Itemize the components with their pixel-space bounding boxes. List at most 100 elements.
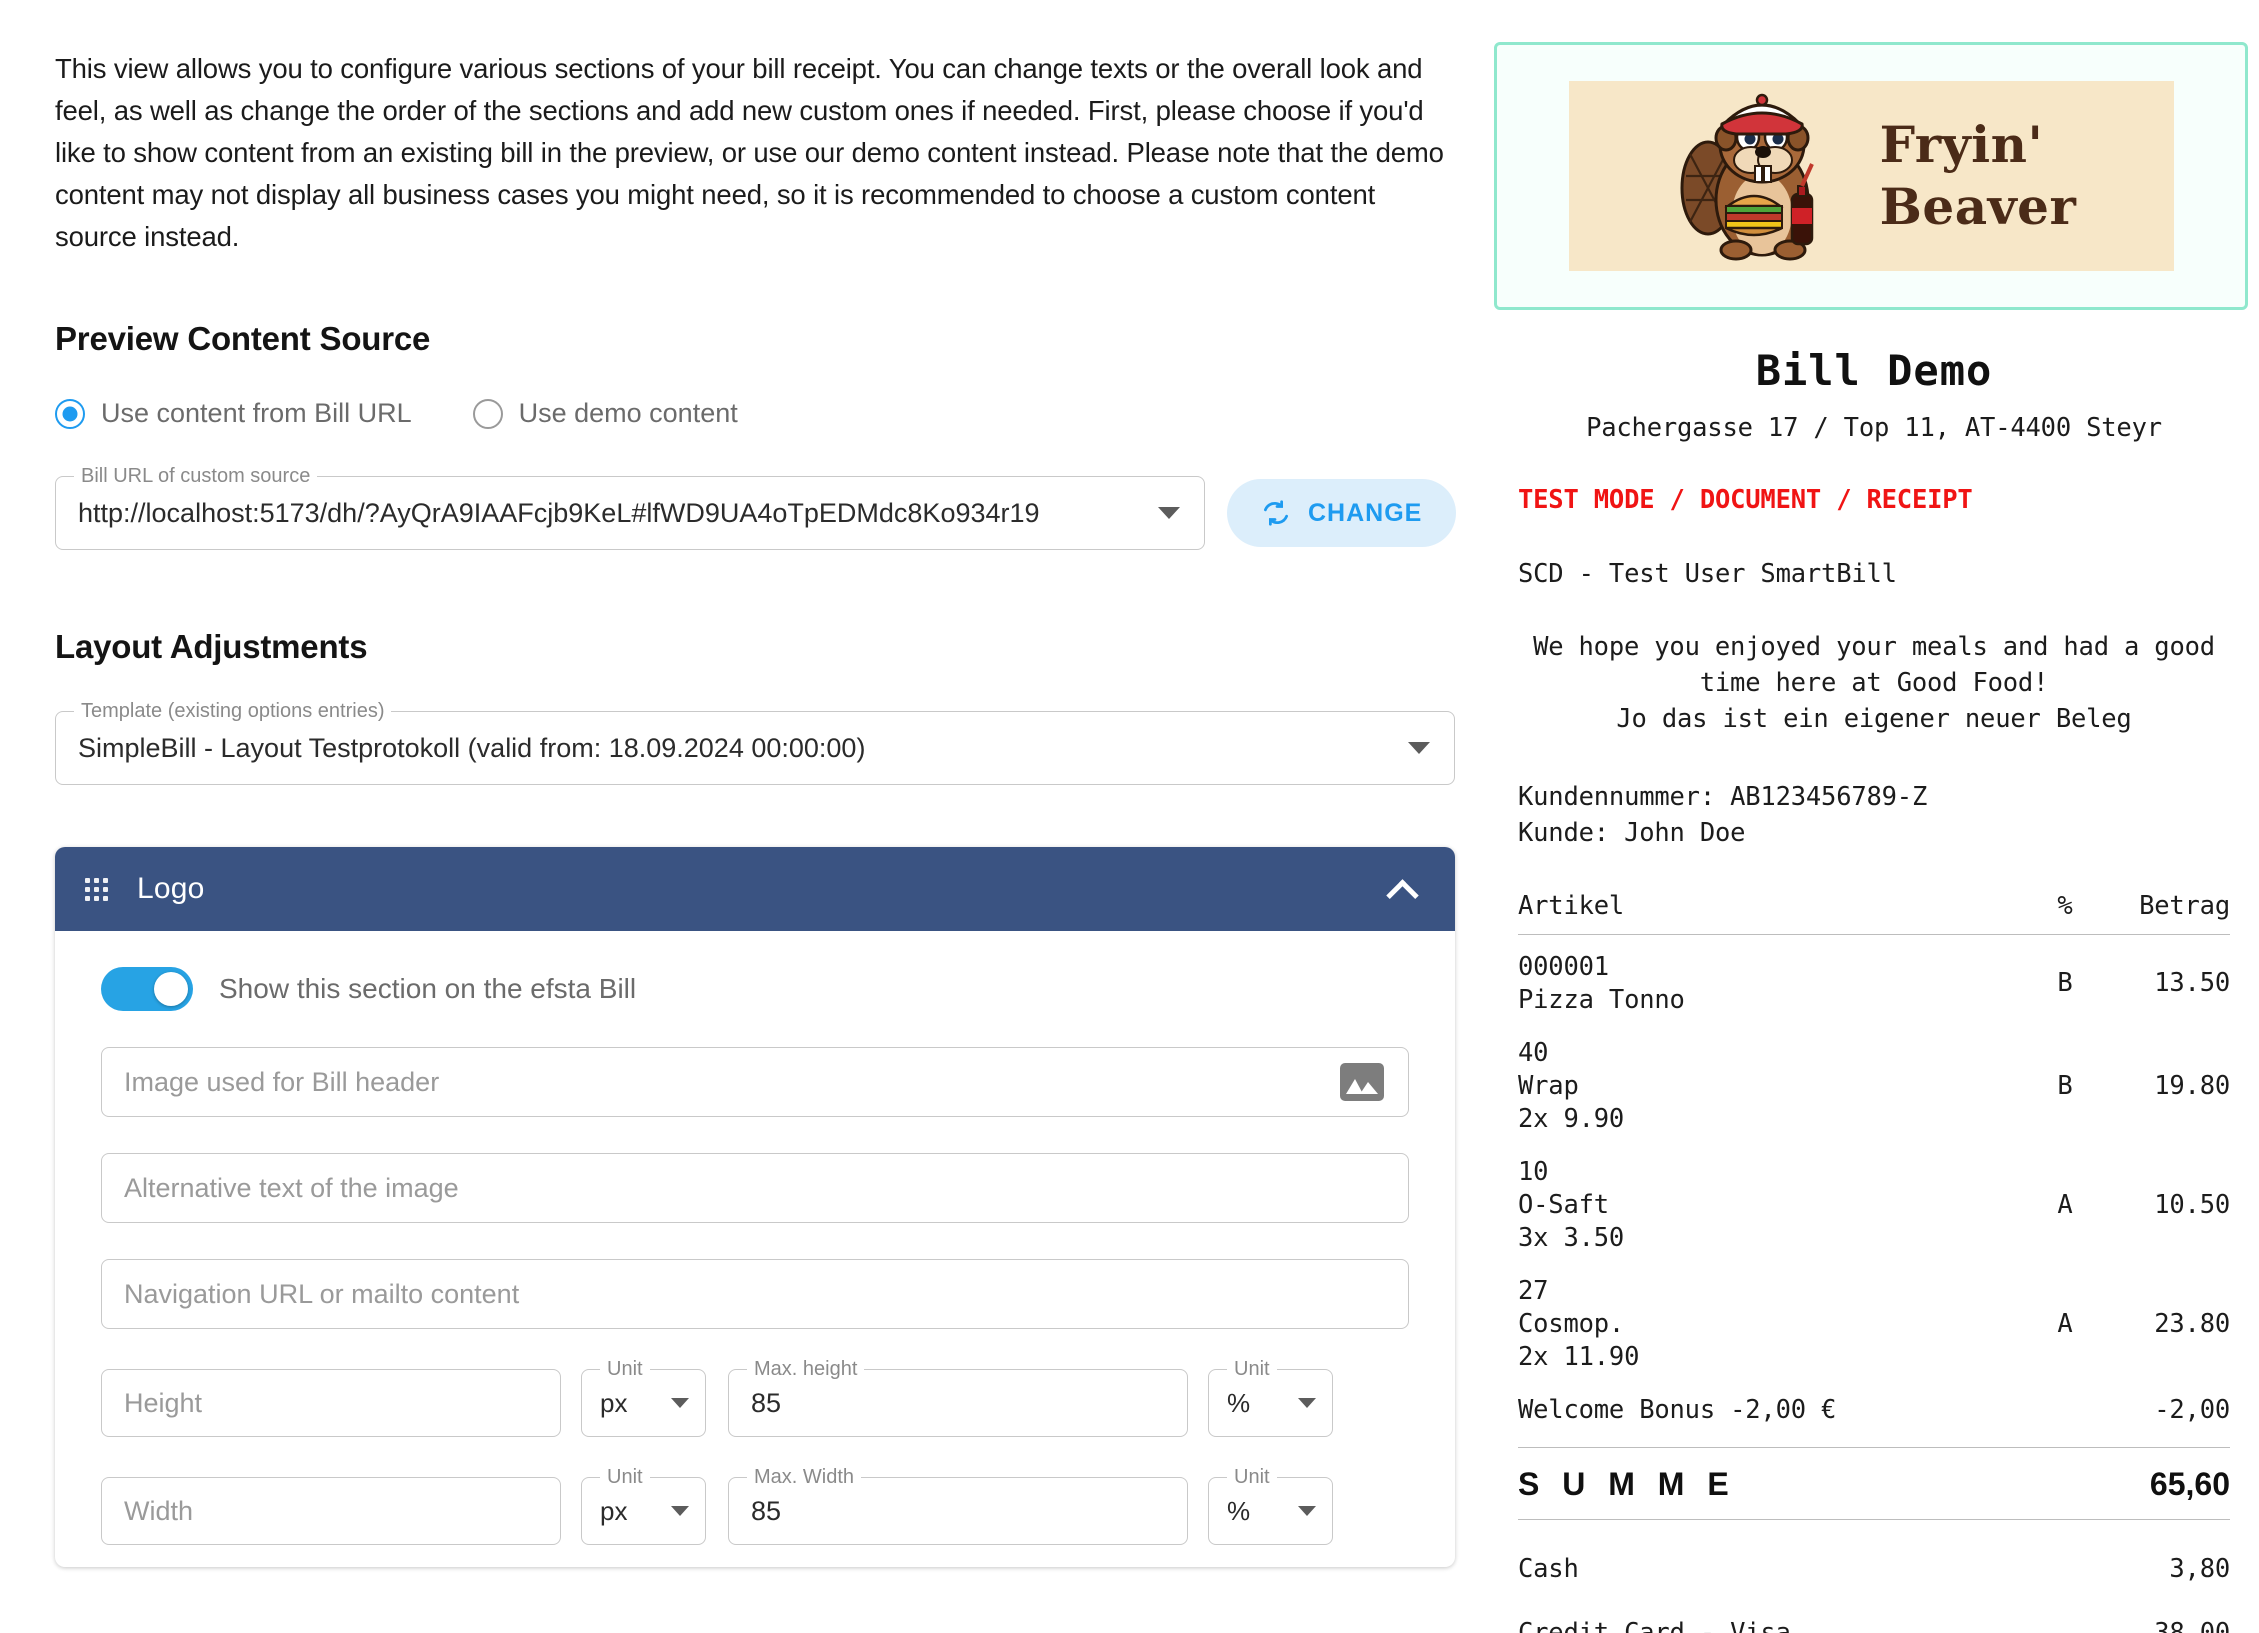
drag-handle-icon[interactable] (85, 877, 108, 901)
receipt-message-line: time here at Good Food! (1699, 668, 2049, 698)
receipt-logo-image: Fryin' Beaver (1568, 81, 2174, 271)
table-row: 000001 Pizza Tonno B 13.50 (1518, 934, 2230, 1021)
height-input[interactable]: Height (101, 1369, 561, 1437)
width-unit-value: px (600, 1495, 628, 1526)
discount-label: Welcome Bonus -2,00 € (1518, 1394, 1837, 1425)
max-height-input[interactable]: Max. height 85 (728, 1358, 1188, 1437)
logo-section-card: Logo Show this section on the efsta Bill… (55, 847, 1455, 1567)
col-header-item: Artikel (1518, 891, 1625, 921)
total-divider-bottom (1518, 1518, 2230, 1520)
height-unit-value: px (600, 1387, 628, 1418)
radio-use-demo-content[interactable]: Use demo content (472, 398, 738, 429)
receipt-message-line: We hope you enjoyed your meals and had a… (1533, 632, 2215, 662)
item-name: Cosmop. (1518, 1308, 1625, 1339)
item-code: 27 (1518, 1275, 1549, 1306)
show-section-toggle-label: Show this section on the efsta Bill (219, 973, 637, 1004)
item-name: O-Saft (1518, 1189, 1609, 1220)
table-row: 10 O-Saft 3x 3.50 A 10.50 (1518, 1140, 2230, 1259)
change-button[interactable]: CHANGE (1227, 479, 1457, 547)
receipt-body: Bill Demo Pachergasse 17 / Top 11, AT-44… (1494, 310, 2248, 1633)
receipt-customer-number: Kundennummer: AB123456789-Z (1518, 782, 1928, 812)
table-row: 40 Wrap 2x 9.90 B 19.80 (1518, 1021, 2230, 1140)
navigation-url-field[interactable]: Navigation URL or mailto content (101, 1259, 1409, 1329)
max-height-unit-select[interactable]: Unit % (1208, 1358, 1333, 1437)
logo-section-title: Logo (137, 872, 205, 905)
item-qty: 3x 3.50 (1518, 1222, 1625, 1253)
chevron-down-icon[interactable] (1298, 1398, 1316, 1408)
width-placeholder: Width (124, 1495, 194, 1526)
receipt-user-line: SCD - Test User SmartBill (1518, 559, 1897, 589)
discount-amount: -2,00 (2154, 1394, 2230, 1425)
radio-use-bill-url[interactable]: Use content from Bill URL (55, 398, 412, 429)
max-height-value: 85 (751, 1387, 782, 1418)
radio-unselected-icon (472, 398, 503, 429)
configuration-pane: This view allows you to configure variou… (0, 0, 1500, 1633)
height-unit-select[interactable]: Unit px (581, 1358, 706, 1437)
width-input[interactable]: Width (101, 1477, 561, 1545)
width-dimension-row: Width Unit px Max. Width 85 Unit % (101, 1466, 1409, 1545)
receipt-items-table: Artikel % Betrag 000001 Pizza Tonno B 13… (1518, 891, 2230, 1431)
chevron-down-icon[interactable] (671, 1398, 689, 1408)
bill-url-row: Bill URL of custom source http://localho… (55, 465, 1500, 550)
chevron-down-icon[interactable] (1298, 1506, 1316, 1516)
item-code: 10 (1518, 1156, 1549, 1187)
bill-header-image-field[interactable]: Image used for Bill header (101, 1047, 1409, 1117)
payment-row: Cash 3,80 (1518, 1554, 2230, 1584)
max-width-input[interactable]: Max. Width 85 (728, 1466, 1188, 1545)
chevron-down-icon[interactable] (1158, 507, 1180, 519)
logo-section-header[interactable]: Logo (55, 847, 1455, 931)
item-desc: 10 O-Saft 3x 3.50 (1518, 1140, 2032, 1259)
max-width-legend: Max. Width (747, 1466, 862, 1488)
sync-icon (1261, 498, 1291, 528)
width-unit-legend: Unit (600, 1466, 650, 1488)
chevron-up-icon[interactable] (1389, 876, 1415, 902)
col-header-tax: % (2057, 891, 2073, 921)
receipt-message-line: Jo das ist ein eigener neuer Beleg (1616, 704, 2132, 734)
preview-source-radio-group: Use content from Bill URL Use demo conte… (55, 398, 1500, 429)
height-unit-legend: Unit (600, 1358, 650, 1380)
image-alt-text-placeholder: Alternative text of the image (124, 1172, 459, 1203)
max-width-unit-legend: Unit (1227, 1466, 1277, 1488)
receipt-customer-name: Kunde: John Doe (1518, 818, 1746, 848)
height-dimension-row: Height Unit px Max. height 85 Unit % (101, 1358, 1409, 1437)
receipt-message: We hope you enjoyed your meals and had a… (1518, 629, 2230, 737)
width-unit-select[interactable]: Unit px (581, 1466, 706, 1545)
radio-use-demo-content-label: Use demo content (518, 398, 738, 428)
discount-row: Welcome Bonus -2,00 € -2,00 (1518, 1378, 2230, 1431)
max-width-unit-select[interactable]: Unit % (1208, 1466, 1333, 1545)
template-value: SimpleBill - Layout Testprotokoll (valid… (78, 732, 866, 763)
receipt-customer-block: Kundennummer: AB123456789-Z Kunde: John … (1518, 779, 2230, 851)
layout-adjustments-heading: Layout Adjustments (55, 628, 368, 665)
item-amount: 19.80 (2154, 1070, 2230, 1101)
item-amount: 10.50 (2154, 1189, 2230, 1220)
chevron-down-icon[interactable] (1408, 742, 1430, 754)
col-header-amount: Betrag (2139, 891, 2230, 921)
image-icon[interactable] (1340, 1063, 1384, 1101)
bill-url-value: http://localhost:5173/dh/?AyQrA9IAAFcjb9… (78, 497, 1040, 528)
navigation-url-placeholder: Navigation URL or mailto content (124, 1278, 520, 1309)
receipt-title: Bill Demo (1755, 346, 1993, 395)
payment-amount: 3,80 (2169, 1553, 2230, 1584)
chevron-down-icon[interactable] (671, 1506, 689, 1516)
payment-label: Credit Card - Visa (1518, 1617, 1791, 1633)
item-amount: 23.80 (2154, 1308, 2230, 1339)
show-section-toggle[interactable] (101, 967, 193, 1011)
item-tax: B (2057, 968, 2073, 998)
item-amount: 13.50 (2154, 968, 2230, 998)
item-code: 40 (1518, 1037, 1549, 1068)
table-header-row: Artikel % Betrag (1518, 891, 2230, 933)
item-desc: 27 Cosmop. 2x 11.90 (1518, 1259, 2032, 1378)
template-select[interactable]: Template (existing options entries) Simp… (55, 700, 1455, 785)
intro-paragraph: This view allows you to configure variou… (55, 53, 1444, 252)
payment-row: Credit Card - Visa 38,00 (1518, 1618, 2230, 1633)
item-code: 000001 (1518, 951, 1609, 982)
max-height-legend: Max. height (747, 1358, 865, 1380)
payment-amount: 38,00 (2154, 1617, 2230, 1633)
show-section-toggle-row: Show this section on the efsta Bill (101, 967, 1409, 1011)
radio-use-bill-url-label: Use content from Bill URL (101, 398, 412, 428)
item-tax: A (2057, 1189, 2073, 1220)
item-desc: 000001 Pizza Tonno (1518, 934, 2032, 1021)
bill-url-select[interactable]: Bill URL of custom source http://localho… (55, 465, 1205, 550)
receipt-address: Pachergasse 17 / Top 11, AT-4400 Steyr (1586, 413, 2162, 443)
image-alt-text-field[interactable]: Alternative text of the image (101, 1153, 1409, 1223)
